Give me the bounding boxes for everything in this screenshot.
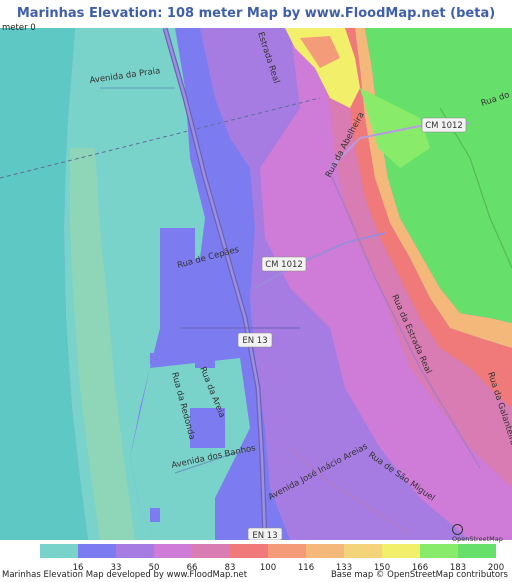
en13-bottom-label: EN 13	[252, 531, 277, 540]
legend-swatch	[420, 544, 458, 558]
blue-patch	[150, 353, 162, 365]
legend-swatch	[344, 544, 382, 558]
legend-swatch	[78, 544, 116, 558]
footer-attribution: Base map © OpenStreetMap contributors	[330, 570, 508, 580]
page-title: Marinhas Elevation: 108 meter Map by www…	[16, 6, 496, 21]
magnifier-icon	[452, 524, 463, 535]
cm1012-north-label: CM 1012	[425, 121, 463, 131]
map-canvas: CM 1012 CM 1012 EN 13 EN 13 Avenida da P…	[0, 28, 512, 540]
legend-tick: 116	[297, 563, 315, 573]
legend-tick: 100	[259, 563, 277, 573]
legend-swatch	[458, 544, 496, 558]
cm1012-mid-label: CM 1012	[265, 260, 303, 270]
legend-swatch	[40, 544, 78, 558]
legend-swatch	[230, 544, 268, 558]
legend-swatch	[116, 544, 154, 558]
en13-mid-label: EN 13	[242, 336, 267, 346]
legend-swatch	[192, 544, 230, 558]
legend-title: meter 0	[2, 23, 36, 33]
blue-patch	[160, 228, 195, 278]
legend-swatch	[268, 544, 306, 558]
blue-patch	[150, 508, 160, 522]
elevation-map[interactable]: CM 1012 CM 1012 EN 13 EN 13 Avenida da P…	[0, 28, 512, 540]
legend-swatch	[154, 544, 192, 558]
footer-credit: Marinhas Elevation Map developed by www.…	[2, 570, 248, 580]
legend-swatch	[382, 544, 420, 558]
legend-swatch	[306, 544, 344, 558]
